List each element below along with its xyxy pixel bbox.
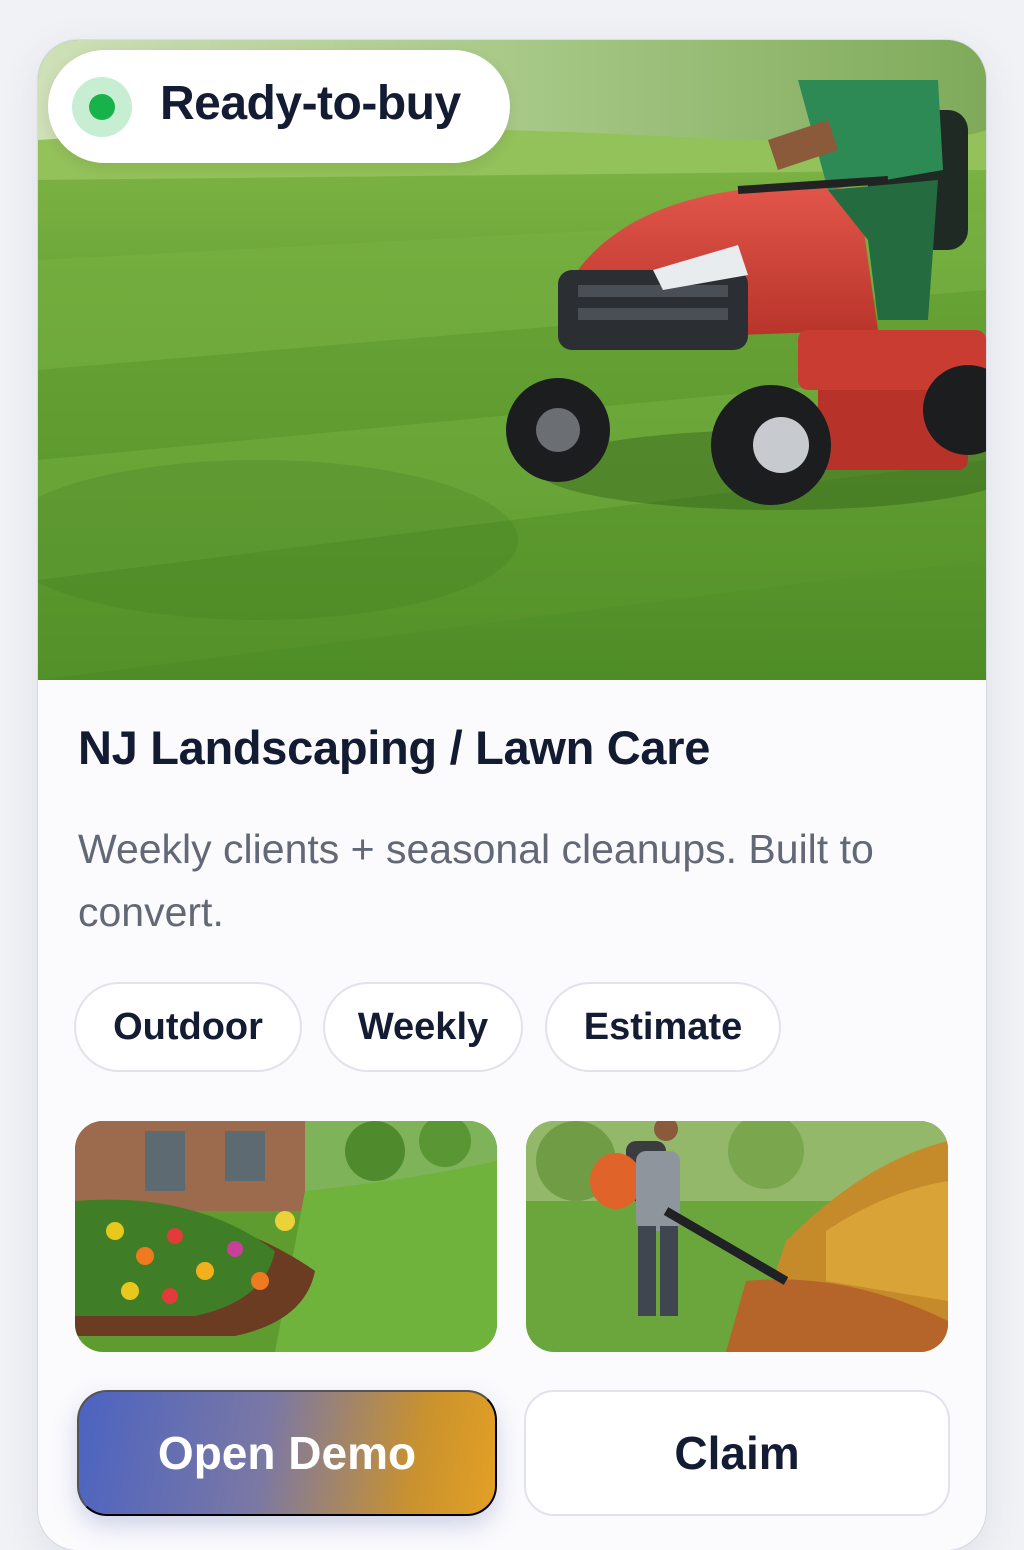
thumbnail-leaf-blower[interactable] [526, 1121, 948, 1352]
open-demo-button[interactable]: Open Demo [77, 1390, 497, 1516]
listing-description: Weekly clients + seasonal cleanups. Buil… [78, 826, 874, 935]
tag-chip[interactable]: Weekly [323, 982, 523, 1072]
status-badge: Ready-to-buy [48, 50, 510, 163]
listing-title: NJ Landscaping / Lawn Care [78, 721, 711, 774]
tag-chip[interactable]: Estimate [545, 982, 781, 1072]
status-dot-icon [72, 77, 132, 137]
tag-list: Outdoor Weekly Estimate [74, 982, 974, 1074]
thumbnail-flower-bed[interactable] [75, 1121, 497, 1352]
status-badge-label: Ready-to-buy [160, 77, 461, 130]
listing-card[interactable]: Ready-to-buy NJ Landscaping / Lawn Care … [38, 40, 986, 1550]
claim-button[interactable]: Claim [524, 1390, 950, 1516]
tag-chip[interactable]: Outdoor [74, 982, 302, 1072]
